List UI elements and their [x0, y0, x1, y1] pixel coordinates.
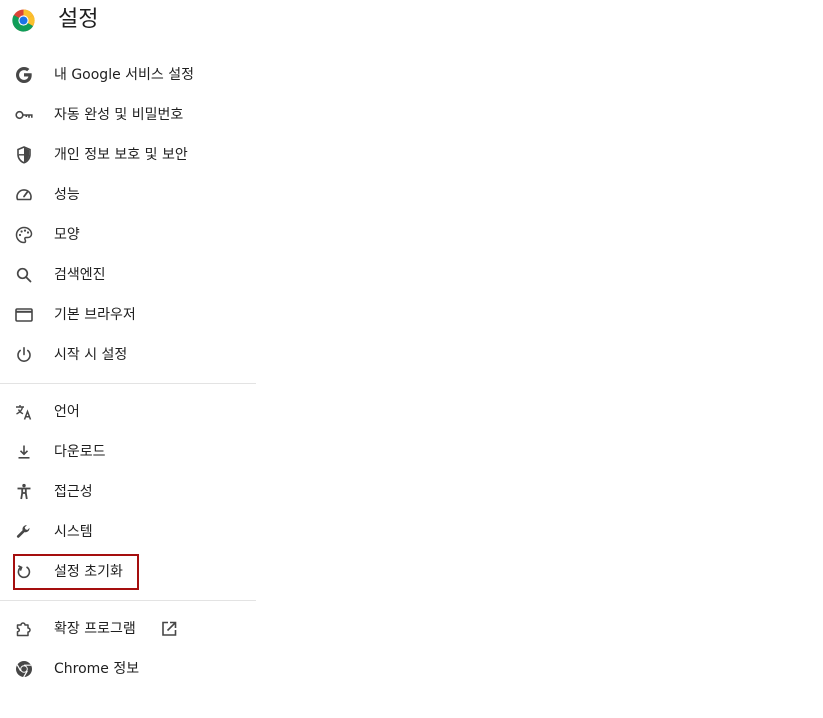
sidebar-item-label: 모양 — [54, 227, 80, 243]
sidebar-item-label: 언어 — [54, 404, 80, 420]
sidebar-item-system[interactable]: 시스템 — [0, 512, 256, 552]
sidebar-item-appearance[interactable]: 모양 — [0, 215, 256, 255]
sidebar-item-on-startup[interactable]: 시작 시 설정 — [0, 335, 256, 375]
search-icon — [14, 265, 34, 285]
settings-header: 설정 — [0, 0, 823, 44]
sidebar-divider — [0, 383, 256, 384]
accessibility-icon — [14, 482, 34, 502]
sidebar-item-performance[interactable]: 성능 — [0, 175, 256, 215]
sidebar-item-label: 내 Google 서비스 설정 — [54, 67, 194, 83]
sidebar-item-label: 다운로드 — [54, 444, 106, 460]
sidebar-item-autofill[interactable]: 자동 완성 및 비밀번호 — [0, 95, 256, 135]
sidebar-item-label: 시작 시 설정 — [54, 347, 128, 363]
sidebar-item-label: 기본 브라우저 — [54, 307, 136, 323]
sidebar-item-label: 설정 초기화 — [54, 564, 123, 580]
key-icon — [14, 105, 34, 125]
sidebar-item-google-services[interactable]: 내 Google 서비스 설정 — [0, 55, 256, 95]
google-g-icon — [14, 65, 34, 85]
sidebar-item-search-engine[interactable]: 검색엔진 — [0, 255, 256, 295]
sidebar-item-label: 자동 완성 및 비밀번호 — [54, 107, 184, 123]
sidebar-item-label: 접근성 — [54, 484, 93, 500]
sidebar-item-label: 검색엔진 — [54, 267, 106, 283]
open-in-new-icon — [159, 619, 179, 639]
sidebar-item-label: 성능 — [54, 187, 80, 203]
sidebar-item-privacy[interactable]: 개인 정보 보호 및 보안 — [0, 135, 256, 175]
sidebar-item-downloads[interactable]: 다운로드 — [0, 432, 256, 472]
shield-icon — [14, 145, 34, 165]
sidebar-item-label: Chrome 정보 — [54, 661, 140, 677]
speedometer-icon — [14, 185, 34, 205]
sidebar-item-default-browser[interactable]: 기본 브라우저 — [0, 295, 256, 335]
sidebar-item-extensions[interactable]: 확장 프로그램 — [0, 609, 256, 649]
browser-window-icon — [14, 305, 34, 325]
sidebar-item-about-chrome[interactable]: Chrome 정보 — [0, 649, 256, 689]
settings-sidebar: 내 Google 서비스 설정 자동 완성 및 비밀번호 개인 정보 보호 및 … — [0, 55, 256, 689]
sidebar-divider — [0, 600, 256, 601]
power-icon — [14, 345, 34, 365]
page-title: 설정 — [58, 7, 99, 32]
sidebar-item-label: 시스템 — [54, 524, 93, 540]
palette-icon — [14, 225, 34, 245]
translate-icon — [14, 402, 34, 422]
sidebar-item-label: 확장 프로그램 — [54, 621, 136, 637]
wrench-icon — [14, 522, 34, 542]
sidebar-item-label: 개인 정보 보호 및 보안 — [54, 147, 188, 163]
sidebar-item-accessibility[interactable]: 접근성 — [0, 472, 256, 512]
chrome-icon — [14, 659, 34, 679]
download-icon — [14, 442, 34, 462]
reset-icon — [14, 562, 34, 582]
sidebar-item-languages[interactable]: 언어 — [0, 392, 256, 432]
puzzle-icon — [14, 619, 34, 639]
sidebar-item-reset-settings[interactable]: 설정 초기화 — [0, 552, 256, 592]
chrome-logo-icon — [12, 9, 35, 32]
